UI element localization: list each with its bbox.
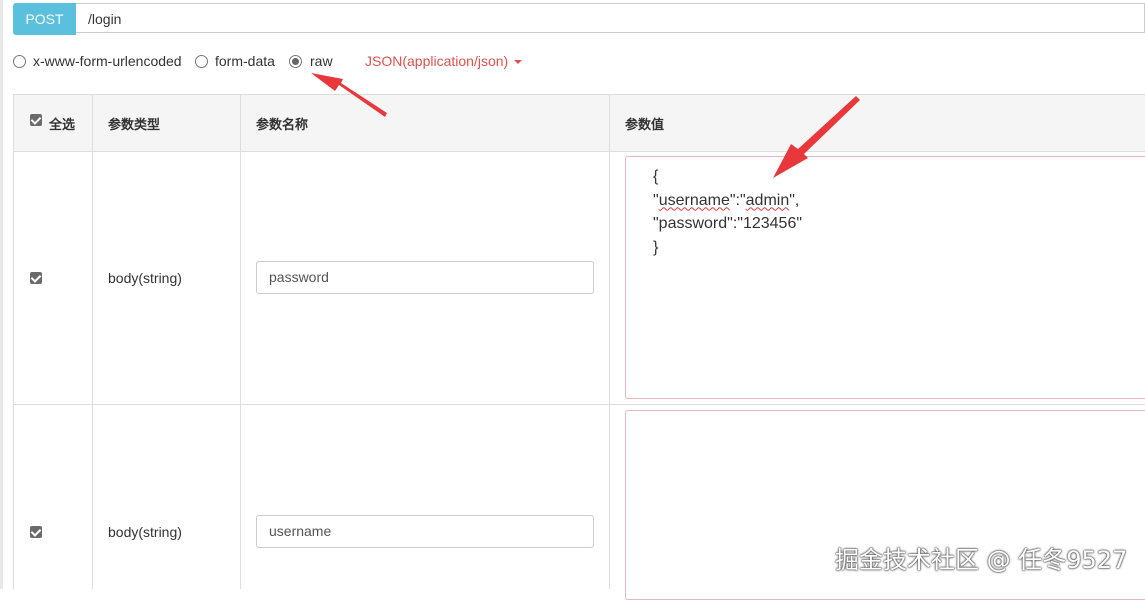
left-panel-edge bbox=[0, 0, 3, 589]
table-border-left bbox=[13, 94, 14, 589]
radio-x-www-form-urlencoded[interactable] bbox=[13, 55, 26, 68]
json-line: { bbox=[653, 168, 659, 185]
radio-raw[interactable] bbox=[289, 55, 302, 68]
column-divider bbox=[240, 94, 241, 589]
header-param-value: 参数值 bbox=[625, 117, 665, 132]
method-button[interactable]: POST bbox=[13, 3, 76, 35]
param-name-input[interactable]: username bbox=[256, 515, 594, 548]
request-url-bar: POST /login bbox=[13, 3, 1145, 35]
watermark: 掘金技术社区 @ 任冬9527 bbox=[835, 546, 1128, 574]
table-header-divider bbox=[13, 151, 1145, 152]
header-param-name: 参数名称 bbox=[256, 117, 309, 132]
url-input[interactable]: /login bbox=[76, 3, 1145, 33]
row-checkbox[interactable] bbox=[30, 272, 42, 284]
header-param-type: 参数类型 bbox=[108, 117, 161, 132]
radio-label-form-data: form-data bbox=[215, 53, 275, 69]
select-all-checkbox[interactable] bbox=[30, 114, 42, 126]
radio-form-data[interactable] bbox=[195, 55, 208, 68]
param-type-cell: body(string) bbox=[108, 270, 182, 286]
param-value-textarea[interactable]: { "username":"admin", "password":"123456"} bbox=[625, 156, 1145, 399]
header-select-all: 全选 bbox=[49, 117, 76, 132]
json-line: "username":"admin", bbox=[653, 189, 1145, 213]
caret-down-icon bbox=[514, 60, 523, 65]
column-divider bbox=[92, 94, 93, 589]
param-name-input[interactable]: password bbox=[256, 261, 594, 294]
table-border-top bbox=[13, 94, 1145, 95]
column-divider bbox=[609, 94, 610, 589]
table-header bbox=[13, 94, 1145, 151]
params-table: 全选 参数类型 参数名称 参数值 body(string) password {… bbox=[13, 94, 1145, 600]
content-type-label: JSON(application/json) bbox=[365, 53, 509, 69]
spellcheck-underline: admin bbox=[745, 191, 790, 209]
spellcheck-underline: username bbox=[658, 191, 730, 209]
radio-label-raw: raw bbox=[310, 53, 333, 69]
row-checkbox[interactable] bbox=[30, 526, 42, 538]
json-line: "password":"123456" bbox=[653, 215, 803, 232]
json-key-username: "username":"admin", bbox=[653, 191, 800, 209]
content-type-dropdown[interactable]: JSON(application/json) bbox=[365, 53, 523, 69]
param-type-cell: body(string) bbox=[108, 524, 182, 540]
radio-label-x-www-form-urlencoded: x-www-form-urlencoded bbox=[33, 53, 182, 69]
json-line: } bbox=[653, 238, 659, 256]
table-row-divider bbox=[13, 404, 1145, 405]
